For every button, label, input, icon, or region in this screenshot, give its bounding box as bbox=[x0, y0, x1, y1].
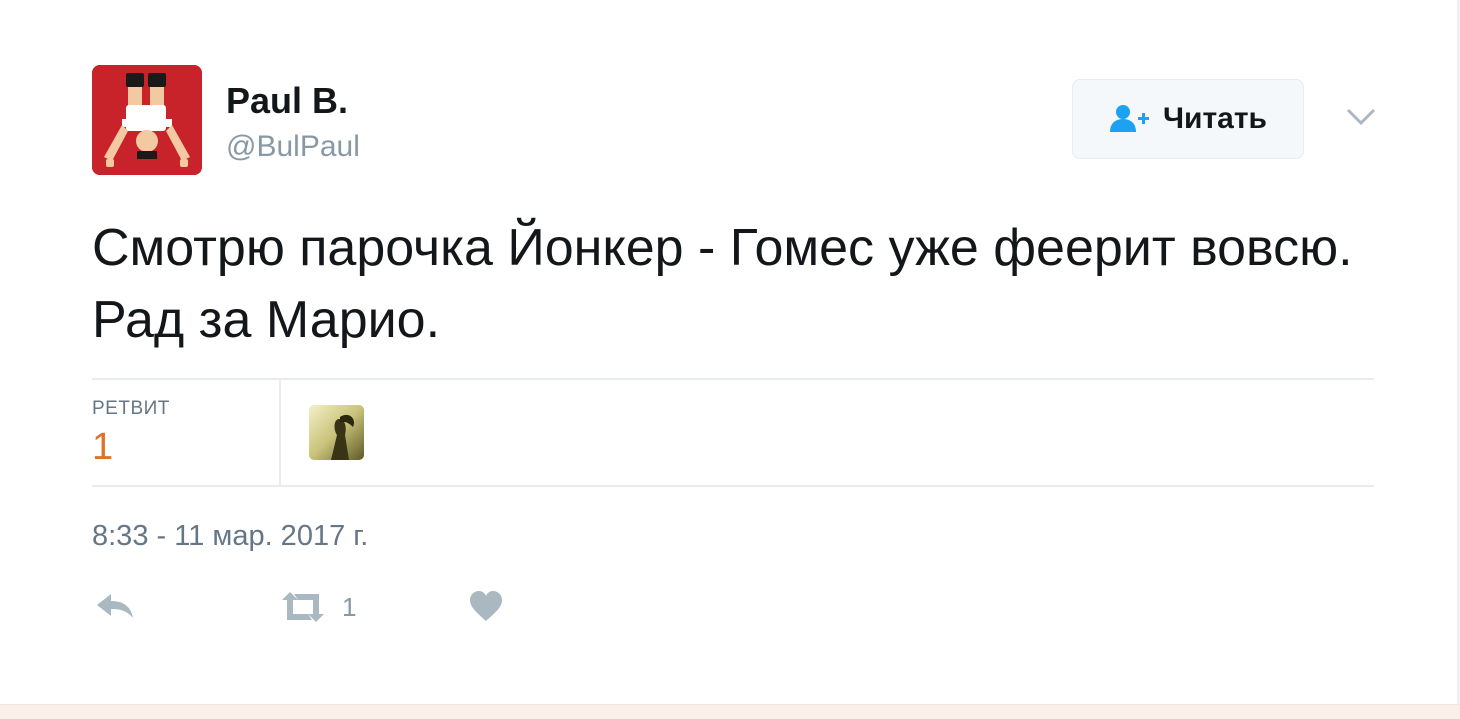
retweet-count: 1 bbox=[342, 591, 357, 622]
tweet-timestamp[interactable]: 8:33 - 11 мар. 2017 г. bbox=[92, 520, 368, 553]
heart-icon bbox=[470, 591, 502, 621]
stats-top-divider bbox=[92, 378, 1374, 380]
follow-button-label: Читать bbox=[1162, 102, 1268, 135]
like-button[interactable] bbox=[468, 590, 504, 622]
retweets-count[interactable]: 1 bbox=[92, 426, 113, 469]
tweet-page: Paul B. @BulPaul Читать Смотрю парочка Й… bbox=[0, 0, 1460, 719]
retweet-button[interactable]: 1 bbox=[280, 590, 356, 624]
retweeter-avatar[interactable] bbox=[309, 405, 364, 460]
person-add-icon bbox=[1109, 105, 1149, 132]
retweets-label: РЕТВИТ bbox=[92, 398, 170, 419]
stats-vertical-divider bbox=[279, 380, 281, 486]
retweeter-photo bbox=[309, 405, 364, 460]
bottom-strip bbox=[0, 704, 1460, 719]
more-options-chevron[interactable] bbox=[1344, 104, 1378, 130]
author-name[interactable]: Paul B. bbox=[226, 80, 348, 122]
reply-icon bbox=[97, 594, 133, 618]
retweet-icon bbox=[282, 592, 324, 622]
stats-bottom-divider bbox=[92, 485, 1374, 487]
follow-button[interactable]: Читать bbox=[1072, 79, 1304, 159]
author-handle[interactable]: @BulPaul bbox=[226, 130, 360, 164]
chevron-down-icon bbox=[1346, 108, 1376, 126]
avatar-illustration bbox=[92, 65, 202, 175]
author-avatar[interactable] bbox=[92, 65, 202, 175]
reply-button[interactable] bbox=[95, 590, 135, 620]
tweet-text: Смотрю парочка Йонкер - Гомес уже феерит… bbox=[92, 219, 1353, 349]
